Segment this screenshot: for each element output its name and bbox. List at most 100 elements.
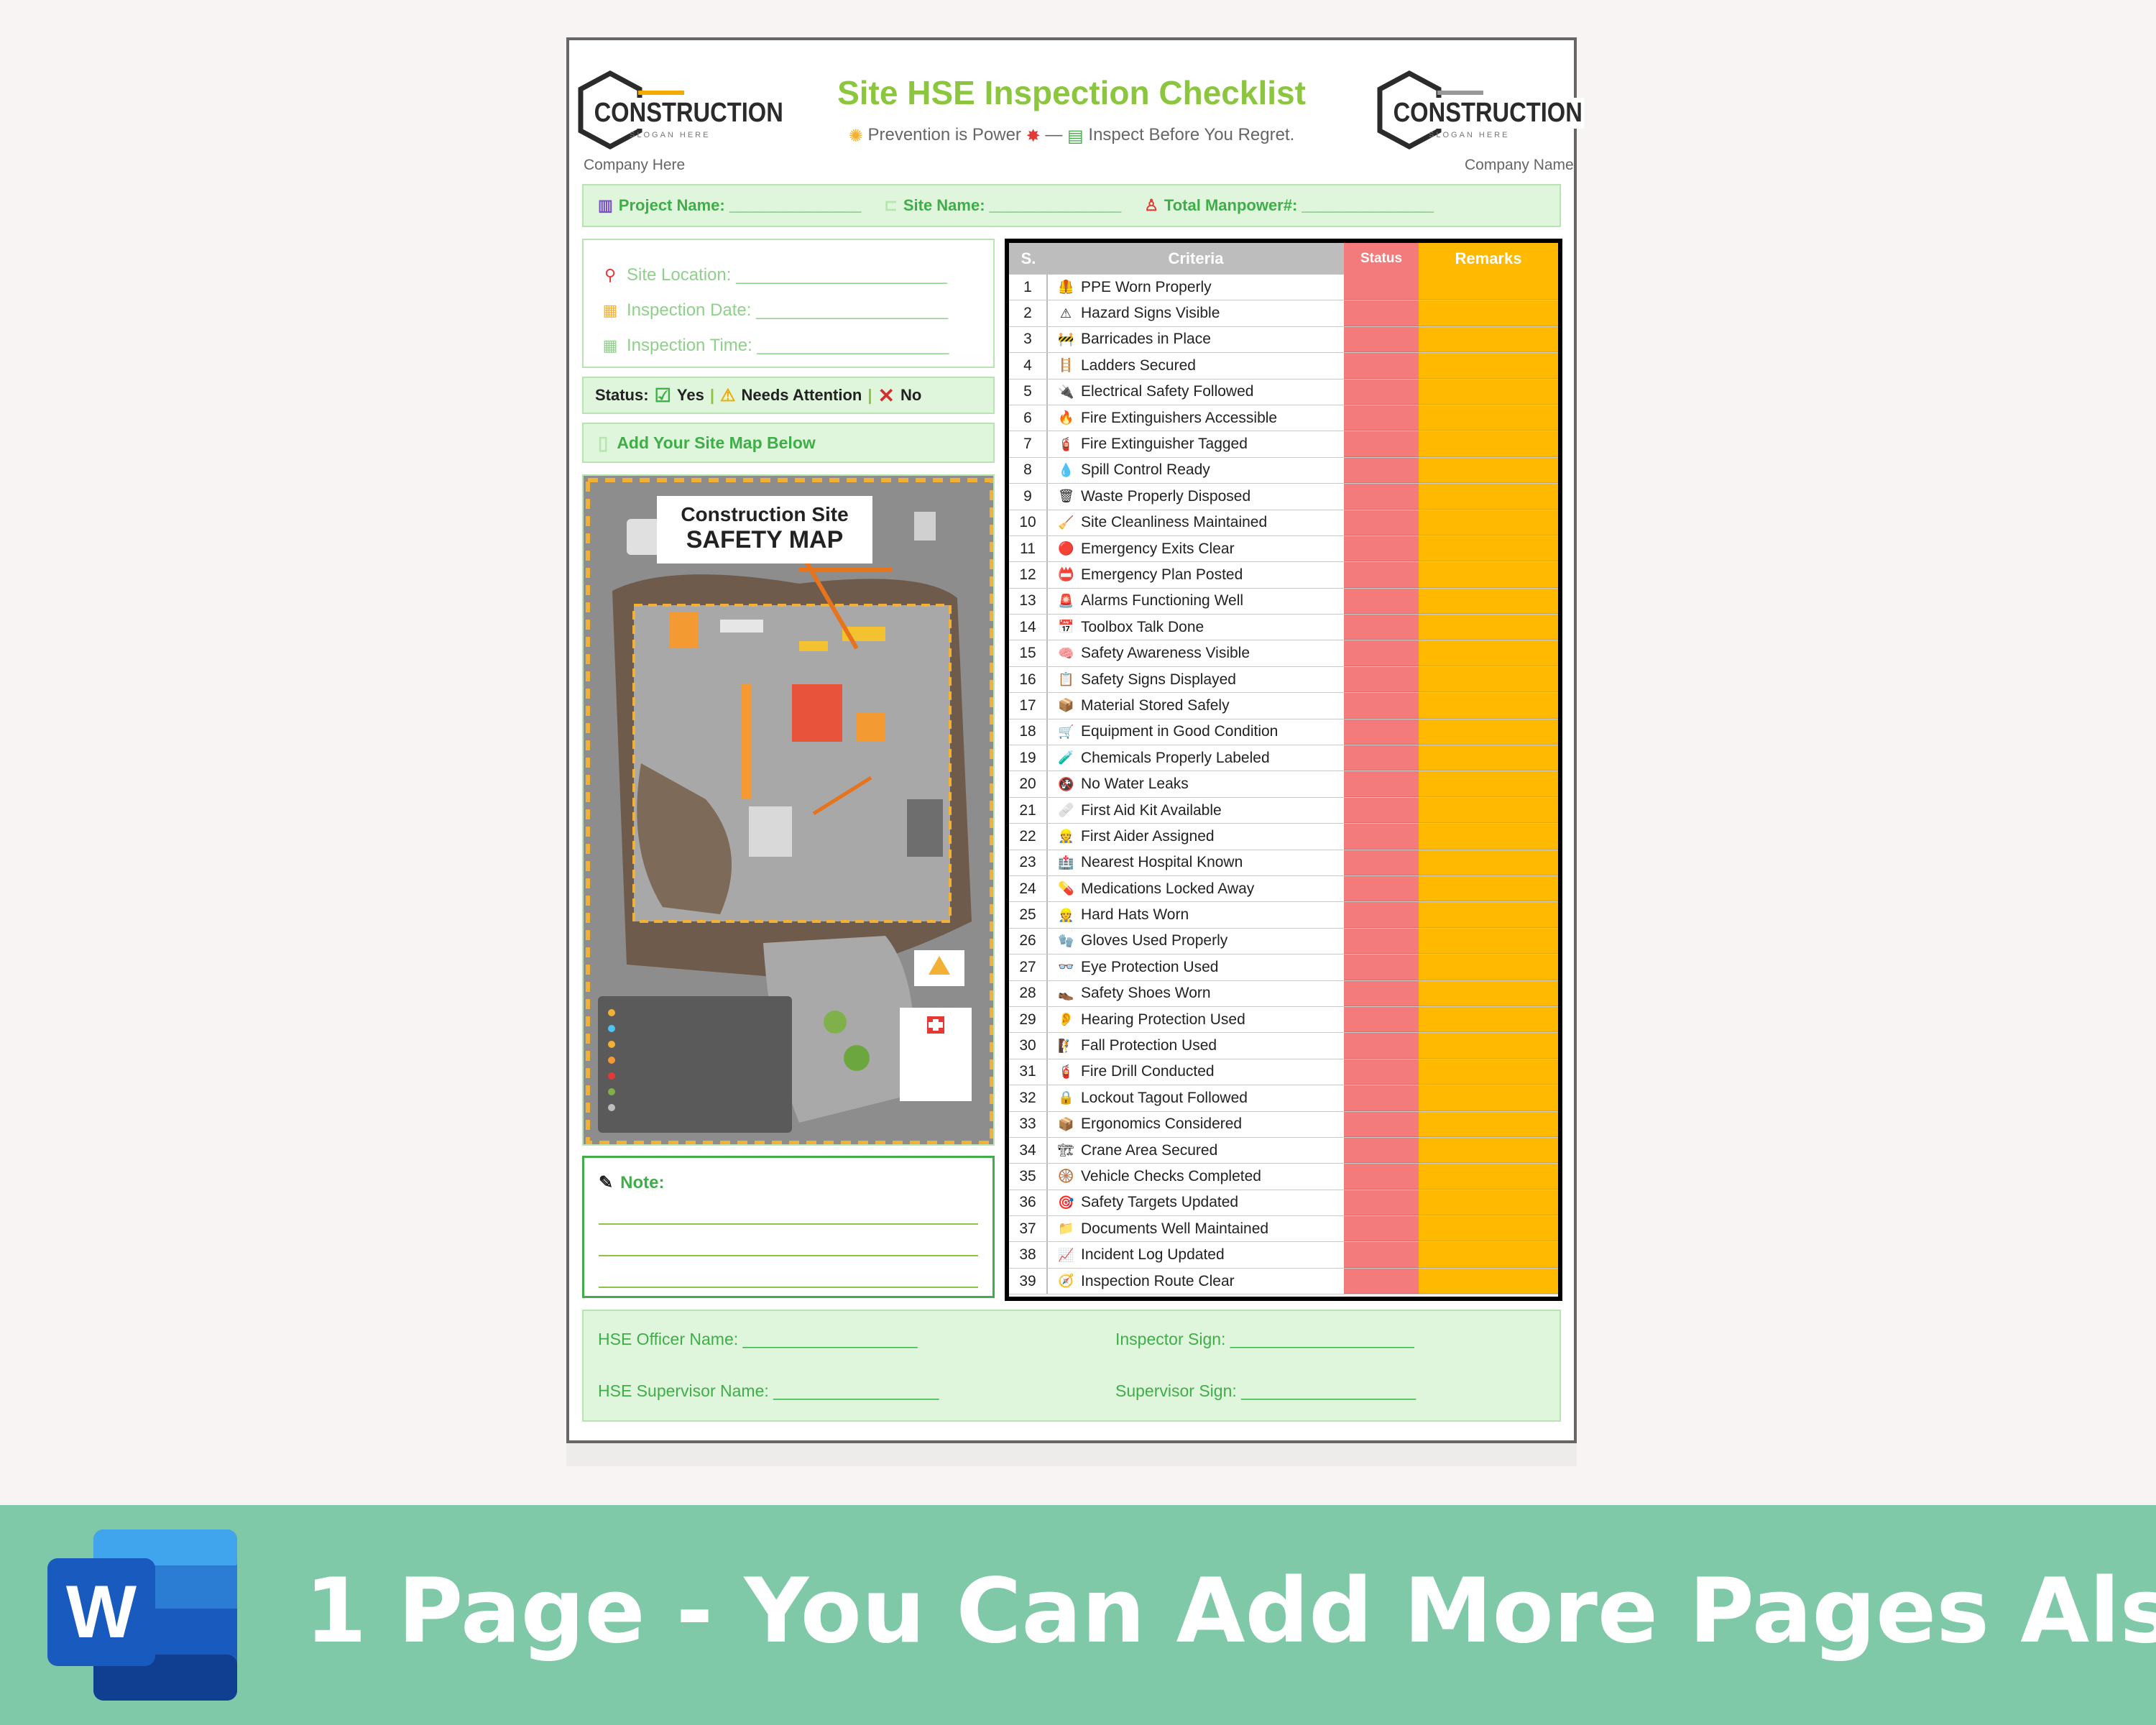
remarks-cell[interactable] — [1419, 928, 1558, 954]
site-safety-map[interactable]: Construction Site SAFETY MAP — [582, 474, 995, 1146]
remarks-cell[interactable] — [1419, 615, 1558, 640]
remarks-cell[interactable] — [1419, 484, 1558, 510]
status-cell[interactable] — [1344, 666, 1419, 693]
status-cell[interactable] — [1344, 379, 1419, 405]
remarks-cell[interactable] — [1419, 902, 1558, 928]
criteria-text: Documents Well Maintained — [1081, 1220, 1269, 1237]
status-cell[interactable] — [1344, 615, 1419, 640]
status-cell[interactable] — [1344, 640, 1419, 666]
status-cell[interactable] — [1344, 1137, 1419, 1164]
remarks-cell[interactable] — [1419, 405, 1558, 431]
remarks-cell[interactable] — [1419, 1111, 1558, 1137]
status-cell[interactable] — [1344, 588, 1419, 615]
note-box[interactable]: ✎ Note: — [582, 1156, 995, 1298]
inspection-time-field[interactable]: ▦ Inspection Time: ____________________ — [601, 328, 993, 363]
status-cell[interactable] — [1344, 1111, 1419, 1137]
note-line[interactable] — [599, 1225, 978, 1256]
status-cell[interactable] — [1344, 1190, 1419, 1216]
hse-officer-field[interactable]: HSE Officer Name: ___________________ — [598, 1330, 918, 1349]
status-cell[interactable] — [1344, 719, 1419, 745]
table-row: 18 🛒 Equipment in Good Condition — [1009, 719, 1558, 746]
remarks-cell[interactable] — [1419, 1164, 1558, 1190]
remarks-cell[interactable] — [1419, 693, 1558, 719]
status-cell[interactable] — [1344, 275, 1419, 300]
remarks-cell[interactable] — [1419, 510, 1558, 535]
status-cell[interactable] — [1344, 954, 1419, 980]
remarks-cell[interactable] — [1419, 562, 1558, 588]
map-legend — [598, 996, 792, 1133]
status-cell[interactable] — [1344, 431, 1419, 457]
remarks-cell[interactable] — [1419, 379, 1558, 405]
remarks-cell[interactable] — [1419, 1268, 1558, 1294]
remarks-cell[interactable] — [1419, 300, 1558, 326]
status-cell[interactable] — [1344, 797, 1419, 824]
note-line[interactable] — [599, 1193, 978, 1225]
remarks-cell[interactable] — [1419, 1137, 1558, 1164]
status-cell[interactable] — [1344, 928, 1419, 954]
remarks-cell[interactable] — [1419, 824, 1558, 850]
inspection-date-field[interactable]: ▦ Inspection Date: ____________________ — [601, 293, 993, 328]
remarks-cell[interactable] — [1419, 1006, 1558, 1033]
project-name-field[interactable]: ▥ Project Name: _______________ — [598, 196, 861, 215]
inspector-sign-field[interactable]: Inspector Sign: ____________________ — [1115, 1330, 1414, 1349]
status-cell[interactable] — [1344, 1006, 1419, 1033]
status-cell[interactable] — [1344, 745, 1419, 771]
status-cell[interactable] — [1344, 1242, 1419, 1268]
status-cell[interactable] — [1344, 1085, 1419, 1111]
remarks-cell[interactable] — [1419, 771, 1558, 797]
remarks-cell[interactable] — [1419, 535, 1558, 562]
status-cell[interactable] — [1344, 326, 1419, 353]
site-name-field[interactable]: ⊏ Site Name: _______________ — [884, 196, 1121, 215]
status-cell[interactable] — [1344, 484, 1419, 510]
status-cell[interactable] — [1344, 850, 1419, 875]
remarks-cell[interactable] — [1419, 1216, 1558, 1242]
remarks-cell[interactable] — [1419, 875, 1558, 902]
status-cell[interactable] — [1344, 1268, 1419, 1294]
remarks-cell[interactable] — [1419, 719, 1558, 745]
remarks-cell[interactable] — [1419, 745, 1558, 771]
status-cell[interactable] — [1344, 980, 1419, 1006]
remarks-cell[interactable] — [1419, 431, 1558, 457]
status-cell[interactable] — [1344, 300, 1419, 326]
status-cell[interactable] — [1344, 771, 1419, 797]
remarks-cell[interactable] — [1419, 666, 1558, 693]
note-header: ✎ Note: — [599, 1172, 978, 1193]
status-cell[interactable] — [1344, 405, 1419, 431]
site-location-field[interactable]: ⚲ Site Location: ______________________ — [601, 257, 993, 293]
status-cell[interactable] — [1344, 457, 1419, 484]
remarks-cell[interactable] — [1419, 1242, 1558, 1268]
status-cell[interactable] — [1344, 510, 1419, 535]
status-cell[interactable] — [1344, 693, 1419, 719]
status-cell[interactable] — [1344, 824, 1419, 850]
manpower-field[interactable]: ♙ Total Manpower#: _______________ — [1144, 196, 1434, 215]
remarks-cell[interactable] — [1419, 1085, 1558, 1111]
remarks-cell[interactable] — [1419, 275, 1558, 300]
row-number: 34 — [1009, 1137, 1048, 1164]
status-cell[interactable] — [1344, 1033, 1419, 1059]
inspection-date-label: Inspection Date: ____________________ — [627, 300, 949, 320]
remarks-cell[interactable] — [1419, 588, 1558, 615]
hse-supervisor-field[interactable]: HSE Supervisor Name: __________________ — [598, 1381, 939, 1401]
remarks-cell[interactable] — [1419, 954, 1558, 980]
remarks-cell[interactable] — [1419, 457, 1558, 484]
note-line[interactable] — [599, 1256, 978, 1288]
status-cell[interactable] — [1344, 875, 1419, 902]
supervisor-sign-field[interactable]: Supervisor Sign: ___________________ — [1115, 1381, 1416, 1401]
remarks-cell[interactable] — [1419, 326, 1558, 353]
remarks-cell[interactable] — [1419, 980, 1558, 1006]
remarks-cell[interactable] — [1419, 353, 1558, 379]
criteria-icon: 🔴 — [1058, 541, 1074, 556]
remarks-cell[interactable] — [1419, 850, 1558, 875]
remarks-cell[interactable] — [1419, 1033, 1558, 1059]
remarks-cell[interactable] — [1419, 640, 1558, 666]
status-cell[interactable] — [1344, 1216, 1419, 1242]
remarks-cell[interactable] — [1419, 1190, 1558, 1216]
status-cell[interactable] — [1344, 902, 1419, 928]
status-cell[interactable] — [1344, 535, 1419, 562]
status-cell[interactable] — [1344, 1059, 1419, 1085]
status-cell[interactable] — [1344, 1164, 1419, 1190]
remarks-cell[interactable] — [1419, 1059, 1558, 1085]
remarks-cell[interactable] — [1419, 797, 1558, 824]
status-cell[interactable] — [1344, 562, 1419, 588]
status-cell[interactable] — [1344, 353, 1419, 379]
